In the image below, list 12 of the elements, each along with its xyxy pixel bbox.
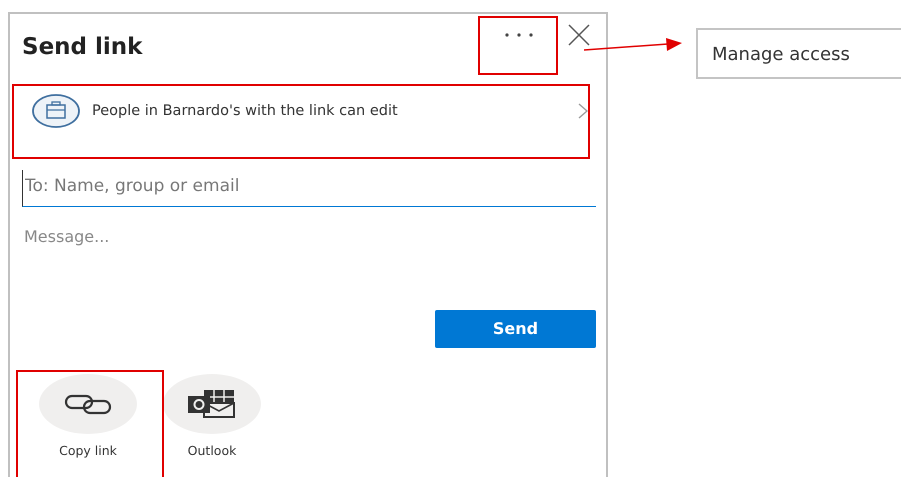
outlook-icon <box>186 388 238 418</box>
recipient-field[interactable]: To: Name, group or email <box>22 170 596 206</box>
briefcase-icon <box>32 94 80 128</box>
close-icon <box>568 24 590 46</box>
link-permission-text: People in Barnardo's with the link can edit <box>92 102 399 120</box>
send-button[interactable]: Send <box>435 310 596 348</box>
chevron-icon <box>578 103 588 119</box>
manage-access-option[interactable]: Manage access <box>696 28 901 79</box>
dialog-title: Send link <box>22 34 142 62</box>
more-icon <box>504 32 534 38</box>
close-button[interactable] <box>568 22 590 46</box>
link-settings-row[interactable]: People in Barnardo's with the link can edit <box>22 76 596 146</box>
